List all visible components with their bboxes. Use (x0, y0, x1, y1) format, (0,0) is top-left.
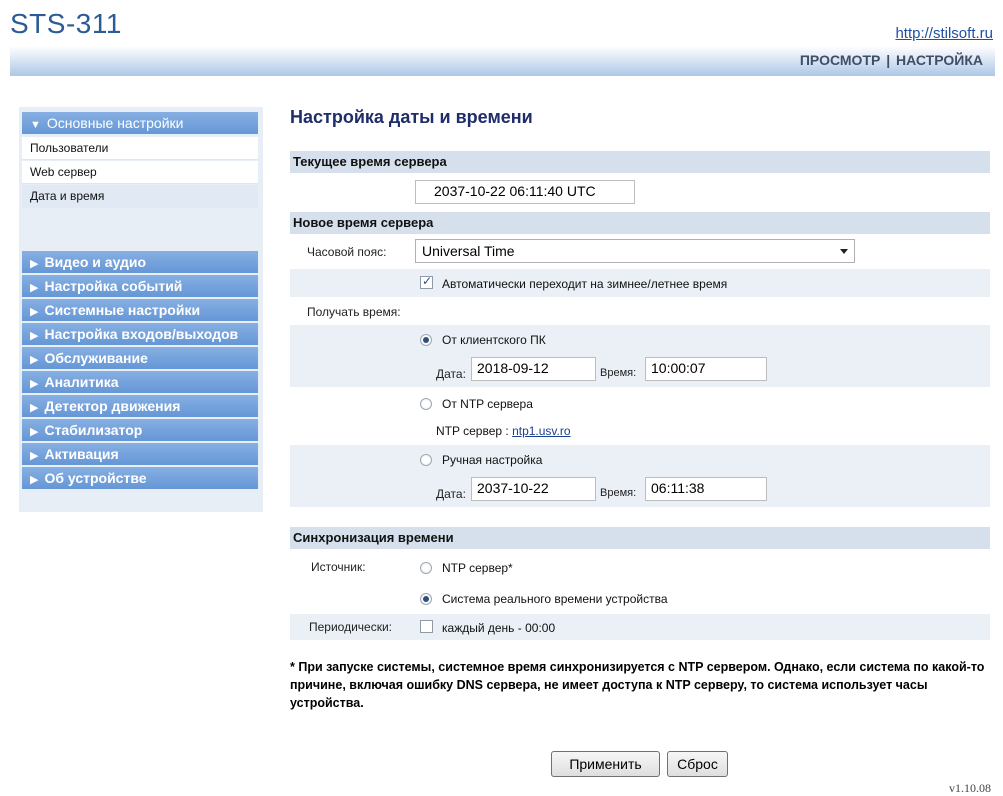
current-time-display: 2037-10-22 06:11:40 UTC (415, 180, 635, 204)
sidebar-section-label: Об устройстве (44, 470, 147, 486)
triangle-right-icon: ▶ (30, 402, 39, 414)
sidebar-item-date-time[interactable]: Дата и время (22, 185, 258, 208)
sidebar-section-video-audio[interactable]: ▶ Видео и аудио (22, 251, 258, 273)
triangle-right-icon: ▶ (30, 474, 39, 486)
source-ntp-radio[interactable] (420, 562, 432, 574)
timezone-value: Universal Time (422, 243, 515, 259)
sidebar-item-web-server[interactable]: Web сервер (22, 161, 258, 184)
triangle-right-icon: ▶ (30, 426, 39, 438)
from-pc-block: От клиентского ПК Дата: 2018-09-12 Время… (290, 325, 990, 387)
top-bar: ПРОСМОТР | НАСТРОЙКА (10, 46, 995, 76)
pc-date-label: Дата: (436, 367, 466, 381)
sidebar-section-about[interactable]: ▶ Об устройстве (22, 467, 258, 489)
sidebar-section-system[interactable]: ▶ Системные настройки (22, 299, 258, 321)
sidebar-section-label: Видео и аудио (44, 254, 147, 270)
pc-time-field[interactable]: 10:00:07 (645, 357, 767, 381)
ntp-server-label: NTP сервер : (436, 424, 513, 438)
sync-note: * При запуске системы, системное время с… (290, 660, 985, 710)
periodic-label: Периодически: (309, 620, 393, 634)
nav-settings-link[interactable]: НАСТРОЙКА (896, 52, 983, 68)
apply-button[interactable]: Применить (551, 751, 660, 777)
triangle-right-icon: ▶ (30, 306, 39, 318)
triangle-right-icon: ▶ (30, 450, 39, 462)
sidebar-section-io[interactable]: ▶ Настройка входов/выходов (22, 323, 258, 345)
from-ntp-label: От NTP сервера (442, 397, 533, 411)
sidebar-section-label: Обслуживание (44, 350, 148, 366)
sidebar-section-stabilizer[interactable]: ▶ Стабилизатор (22, 419, 258, 441)
sidebar-section-analytics[interactable]: ▶ Аналитика (22, 371, 258, 393)
pc-date-field[interactable]: 2018-09-12 (471, 357, 596, 381)
source-ntp-label: NTP сервер* (442, 561, 513, 575)
manual-block: Ручная настройка Дата: 2037-10-22 Время:… (290, 445, 990, 507)
periodic-row: Периодически: каждый день - 00:00 (290, 614, 990, 640)
sidebar-section-label: Активация (44, 446, 119, 462)
source-rtc-label: Система реального времени устройства (442, 592, 668, 606)
triangle-right-icon: ▶ (30, 330, 39, 342)
sidebar-section-label: Стабилизатор (44, 422, 143, 438)
brand-title: STS-311 (10, 8, 122, 39)
sidebar-item-users[interactable]: Пользователи (22, 137, 258, 160)
version-label: v1.10.08 (949, 781, 991, 795)
manual-date-label: Дата: (436, 487, 466, 501)
current-time-row: 2037-10-22 06:11:40 UTC (290, 174, 990, 210)
sidebar-section-label: Основные настройки (46, 115, 184, 131)
from-ntp-radio[interactable] (420, 398, 432, 410)
site-link[interactable]: http://stilsoft.ru (895, 25, 993, 42)
periodic-checkbox[interactable] (420, 620, 433, 633)
sidebar-section-label: Аналитика (44, 374, 119, 390)
top-nav: ПРОСМОТР | НАСТРОЙКА (800, 52, 983, 68)
sidebar-section-label: Системные настройки (44, 302, 201, 318)
triangle-right-icon: ▶ (30, 258, 39, 270)
section-current-time: Текущее время сервера (290, 151, 990, 173)
from-ntp-block: От NTP сервера NTP сервер : ntp1.usv.ro (290, 389, 990, 445)
from-pc-radio[interactable] (420, 334, 432, 346)
sidebar-section-motion[interactable]: ▶ Детектор движения (22, 395, 258, 417)
ntp-server-link[interactable]: ntp1.usv.ro (512, 424, 570, 438)
sidebar-section-events[interactable]: ▶ Настройка событий (22, 275, 258, 297)
nav-view-link[interactable]: ПРОСМОТР (800, 52, 880, 68)
dst-row: Автоматически переходит на зимнее/летнее… (290, 269, 990, 297)
triangle-right-icon: ▶ (30, 354, 39, 366)
sidebar-section-label: Настройка входов/выходов (44, 326, 239, 342)
chevron-down-icon (840, 249, 848, 254)
timezone-label: Часовой пояс: (307, 245, 387, 259)
dst-checkbox[interactable] (420, 274, 433, 289)
triangle-right-icon: ▶ (30, 282, 39, 294)
sidebar-section-label: Настройка событий (44, 278, 183, 294)
sidebar-section-activation[interactable]: ▶ Активация (22, 443, 258, 465)
nav-separator: | (886, 52, 891, 68)
source-rtc-row: Система реального времени устройства (290, 585, 990, 613)
triangle-right-icon: ▶ (30, 378, 39, 390)
section-new-time: Новое время сервера (290, 212, 990, 234)
manual-label: Ручная настройка (442, 453, 543, 467)
periodic-value: каждый день - 00:00 (442, 621, 556, 635)
page-title: Настройка даты и времени (290, 107, 533, 127)
from-pc-label: От клиентского ПК (442, 333, 546, 347)
section-sync: Синхронизация времени (290, 527, 990, 549)
sidebar: ▼ Основные настройки Пользователи Web сер… (19, 107, 263, 512)
reset-button[interactable]: Сброс (667, 751, 728, 777)
source-rtc-radio[interactable] (420, 593, 432, 605)
triangle-down-icon: ▼ (30, 119, 41, 131)
sidebar-section-label: Детектор движения (44, 398, 181, 414)
manual-radio[interactable] (420, 454, 432, 466)
ntp-server-line: NTP сервер : ntp1.usv.ro (436, 424, 571, 438)
get-time-label: Получать время: (307, 305, 401, 319)
timezone-row: Часовой пояс: Universal Time (290, 235, 990, 269)
pc-time-label: Время: (600, 367, 637, 379)
dst-label: Автоматически переходит на зимнее/летнее… (442, 277, 728, 291)
get-time-row: Получать время: (290, 297, 990, 325)
source-label: Источник: (311, 560, 366, 574)
manual-time-label: Время: (600, 487, 637, 499)
manual-time-field[interactable]: 06:11:38 (645, 477, 767, 501)
timezone-select[interactable]: Universal Time (415, 239, 855, 263)
sidebar-section-maintenance[interactable]: ▶ Обслуживание (22, 347, 258, 369)
source-ntp-row: Источник: NTP сервер* (290, 550, 990, 585)
manual-date-field[interactable]: 2037-10-22 (471, 477, 596, 501)
sidebar-section-main[interactable]: ▼ Основные настройки (22, 112, 258, 134)
